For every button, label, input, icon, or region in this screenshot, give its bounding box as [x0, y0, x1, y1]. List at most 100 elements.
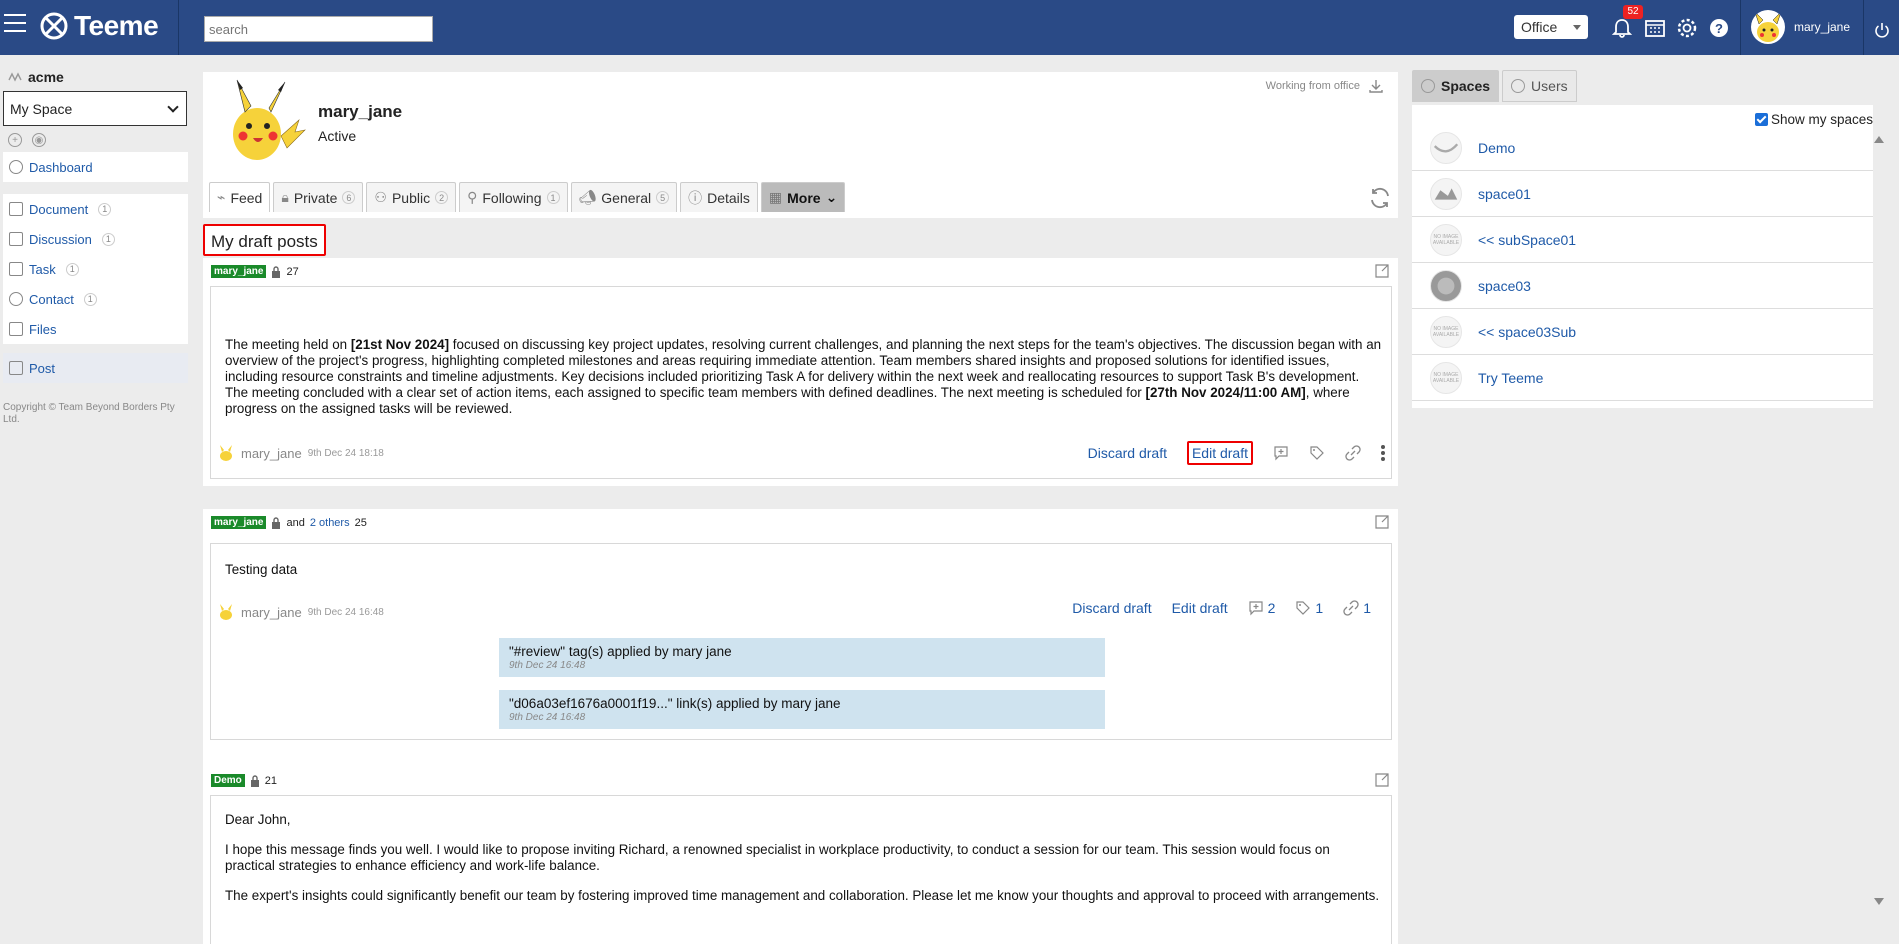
space-avatar [1430, 131, 1462, 164]
calendar-icon[interactable] [1644, 17, 1666, 39]
gear-icon[interactable] [1676, 17, 1698, 39]
space-item[interactable]: NO IMAGE AVAILABLE << subSpace01 [1412, 217, 1873, 263]
teeme-logo[interactable]: Teeme [40, 10, 159, 42]
right-tabs: Spaces Users [1412, 70, 1873, 102]
help-icon[interactable]: ? [1708, 17, 1730, 39]
space-tag[interactable]: Demo [211, 774, 245, 787]
edit-draft-link[interactable]: Edit draft [1186, 441, 1253, 465]
profile-picture [233, 79, 306, 160]
left-sidebar: acme My Space + ◉ Dashboard Document 1 D… [0, 55, 190, 944]
nav-files[interactable]: Files [3, 314, 188, 344]
download-icon[interactable] [1368, 78, 1384, 94]
megaphone-icon: 📣︎ [578, 189, 597, 205]
org-name[interactable]: acme [8, 69, 64, 85]
nav-contact[interactable]: Contact 1 [3, 284, 188, 314]
hamburger-menu-icon[interactable] [4, 14, 26, 34]
tab-details[interactable]: ⓘ Details [680, 182, 758, 212]
space-link[interactable]: space01 [1478, 186, 1531, 202]
add-comment-icon [1249, 601, 1263, 616]
power-icon[interactable] [1874, 22, 1890, 38]
nav-dashboard[interactable]: Dashboard [3, 152, 188, 182]
tab-spaces[interactable]: Spaces [1412, 70, 1500, 102]
eye-icon[interactable]: ◉ [32, 133, 46, 147]
divider [1740, 0, 1741, 55]
space-avatar [1430, 177, 1462, 210]
tab-feed[interactable]: ⌁ Feed [209, 182, 271, 212]
author-tag[interactable]: mary_jane [211, 265, 267, 278]
post-actions: Discard draft Edit draft 2 1 1 [1072, 600, 1371, 616]
add-icon[interactable]: + [8, 133, 22, 147]
tab-general[interactable]: 📣︎ General 5 [570, 182, 678, 212]
tags-button[interactable]: 1 [1295, 600, 1323, 616]
count-badge: 2 [435, 191, 449, 204]
space-link[interactable]: space03 [1478, 278, 1531, 294]
working-status: Working from office [1266, 78, 1384, 94]
tab-following[interactable]: ⚲ Following 1 [459, 182, 568, 212]
nav-task[interactable]: Task 1 [3, 254, 188, 284]
link-icon[interactable] [1345, 445, 1361, 461]
post-author: mary_jane 9th Dec 24 18:18 [217, 444, 384, 462]
section-title: My draft posts [203, 224, 326, 256]
org-icon [8, 72, 22, 82]
discussion-icon [9, 232, 23, 246]
link-icon [1343, 600, 1359, 616]
space-item[interactable]: space03 [1412, 263, 1873, 309]
edit-draft-link[interactable]: Edit draft [1172, 600, 1228, 616]
discard-draft-link[interactable]: Discard draft [1072, 600, 1151, 616]
scroll-down-arrow[interactable] [1874, 898, 1884, 905]
post-card: Demo 21 Dear John, I hope this message f… [203, 767, 1398, 944]
tag-icon [1296, 601, 1311, 615]
tab-private[interactable]: 🔒︎ Private 6 [273, 182, 364, 212]
space-item[interactable]: space01 [1412, 171, 1873, 217]
bell-icon[interactable] [1611, 17, 1633, 39]
count-badge: 1 [98, 202, 112, 216]
space-link[interactable]: << subSpace01 [1478, 232, 1576, 248]
space-link[interactable]: Demo [1478, 140, 1515, 156]
post-body: Dear John, I hope this message finds you… [210, 795, 1392, 944]
post-body: Testing data mary_jane 9th Dec 24 16:48 … [210, 543, 1392, 740]
copyright: Copyright © Team Beyond Borders Pty Ltd. [3, 402, 175, 425]
search-input[interactable] [204, 16, 433, 42]
space-item[interactable]: NO IMAGE AVAILABLE << space03Sub [1412, 309, 1873, 355]
nav-discussion[interactable]: Discussion 1 [3, 224, 188, 254]
contact-icon [9, 292, 23, 306]
post-header: mary_jane 27 [211, 265, 299, 278]
workspace-label: Office [1521, 19, 1558, 35]
expand-icon[interactable] [1374, 263, 1390, 279]
tab-public[interactable]: ⚇ Public 2 [366, 182, 457, 212]
user-avatar[interactable] [1751, 10, 1785, 44]
tab-more[interactable]: ▦ More ⌄ [760, 182, 846, 212]
user-name[interactable]: mary_jane [1794, 20, 1850, 34]
svg-text:?: ? [1715, 21, 1723, 36]
activity-entry: "d06a03ef1676a0001f19..." link(s) applie… [499, 690, 1105, 729]
space-link[interactable]: Try Teeme [1478, 370, 1543, 386]
space-select[interactable]: My Space [3, 91, 187, 126]
tag-icon[interactable] [1309, 445, 1325, 461]
nav-document[interactable]: Document 1 [3, 194, 188, 224]
post-text: Testing data [225, 562, 298, 577]
refresh-icon[interactable] [1368, 186, 1392, 210]
comments-button[interactable]: 2 [1248, 600, 1275, 616]
count-badge: 5 [656, 191, 670, 204]
follow-icon: ⚲ [467, 189, 478, 205]
tab-users[interactable]: Users [1502, 70, 1577, 102]
profile-status: Active [318, 128, 357, 144]
space-item[interactable]: NO IMAGE AVAILABLE Try Teeme [1412, 355, 1873, 401]
dashboard-icon [9, 160, 23, 174]
links-button[interactable]: 1 [1343, 600, 1371, 616]
space-item[interactable]: Demo [1412, 125, 1873, 171]
post-icon [9, 361, 23, 375]
add-comment-icon[interactable] [1273, 445, 1289, 461]
logo-text: Teeme [74, 10, 159, 41]
count-badge: 1 [65, 262, 79, 276]
more-options-icon[interactable] [1381, 445, 1385, 461]
scroll-up-arrow[interactable] [1874, 136, 1884, 143]
spaces-list: Show my spaces Demo space01 NO IMAGE AVA… [1412, 105, 1873, 408]
space-link[interactable]: << space03Sub [1478, 324, 1576, 340]
nav-post[interactable]: Post [3, 353, 188, 383]
discard-draft-link[interactable]: Discard draft [1088, 445, 1167, 461]
expand-icon[interactable] [1374, 772, 1390, 788]
workspace-dropdown[interactable]: Office [1514, 15, 1588, 39]
no-image-avatar: NO IMAGE AVAILABLE [1430, 315, 1462, 348]
divider [1863, 0, 1864, 55]
